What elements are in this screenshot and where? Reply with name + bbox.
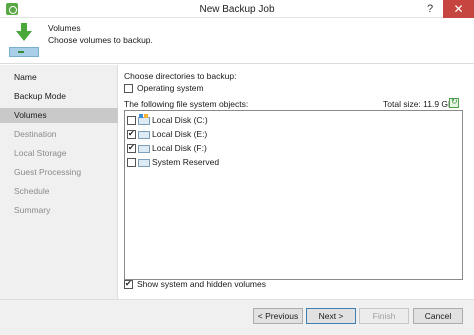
- wizard-steps: Name Backup Mode Volumes Destination Loc…: [0, 65, 118, 299]
- step-description: Choose volumes to backup.: [48, 35, 153, 45]
- volume-checkbox[interactable]: [127, 129, 136, 139]
- finish-button: Finish: [359, 308, 409, 324]
- volume-name: Local Disk (C:): [152, 115, 208, 125]
- title-bar: New Backup Job ? ✕: [0, 0, 474, 18]
- total-size: Total size: 11.9 GB: [383, 99, 454, 109]
- step-volumes[interactable]: Volumes: [0, 108, 118, 123]
- volume-name: Local Disk (E:): [152, 129, 208, 139]
- step-name[interactable]: Name: [0, 70, 118, 85]
- close-button[interactable]: ✕: [443, 0, 474, 18]
- volume-checkbox[interactable]: [127, 143, 136, 153]
- volume-row[interactable]: Local Disk (F:): [125, 142, 462, 156]
- drive-icon: [138, 131, 150, 139]
- step-guest-processing: Guest Processing: [14, 167, 82, 177]
- step-schedule: Schedule: [14, 186, 50, 196]
- drive-icon: [138, 145, 150, 153]
- system-drive-icon: [138, 114, 150, 125]
- cancel-button[interactable]: Cancel: [413, 308, 463, 324]
- operating-system-label: Operating system: [137, 83, 204, 93]
- volume-name: System Reserved: [152, 157, 220, 167]
- volumes-panel: Choose directories to backup: Operating …: [119, 65, 474, 299]
- step-local-storage: Local Storage: [14, 148, 67, 158]
- window-title: New Backup Job: [199, 4, 275, 15]
- backup-volumes-icon: [9, 23, 39, 59]
- step-backup-mode[interactable]: Backup Mode: [0, 89, 118, 104]
- volume-row[interactable]: Local Disk (C:): [125, 114, 462, 128]
- next-button[interactable]: Next >: [306, 308, 356, 324]
- objects-label: The following file system objects:: [124, 99, 249, 109]
- volumes-list[interactable]: Local Disk (C:) Local Disk (E:) Local Di…: [124, 110, 463, 280]
- show-hidden-label: Show system and hidden volumes: [137, 279, 266, 289]
- drive-icon: [138, 159, 150, 167]
- volume-checkbox[interactable]: [127, 158, 136, 167]
- wizard-footer: < Previous Next > Finish Cancel: [0, 299, 474, 335]
- volume-checkbox[interactable]: [127, 116, 136, 125]
- directories-label: Choose directories to backup:: [124, 71, 237, 81]
- step-title: Volumes: [48, 23, 81, 33]
- previous-button[interactable]: < Previous: [253, 308, 303, 324]
- step-summary: Summary: [14, 205, 51, 215]
- refresh-icon[interactable]: [449, 97, 459, 108]
- step-destination: Destination: [14, 129, 57, 139]
- operating-system-checkbox[interactable]: [124, 84, 133, 93]
- show-hidden-checkbox[interactable]: [124, 279, 133, 289]
- wizard-header: Volumes Choose volumes to backup.: [0, 18, 474, 64]
- volume-row[interactable]: Local Disk (E:): [125, 128, 462, 142]
- volume-name: Local Disk (F:): [152, 143, 207, 153]
- volume-row[interactable]: System Reserved: [125, 156, 462, 170]
- help-button[interactable]: ?: [417, 0, 443, 18]
